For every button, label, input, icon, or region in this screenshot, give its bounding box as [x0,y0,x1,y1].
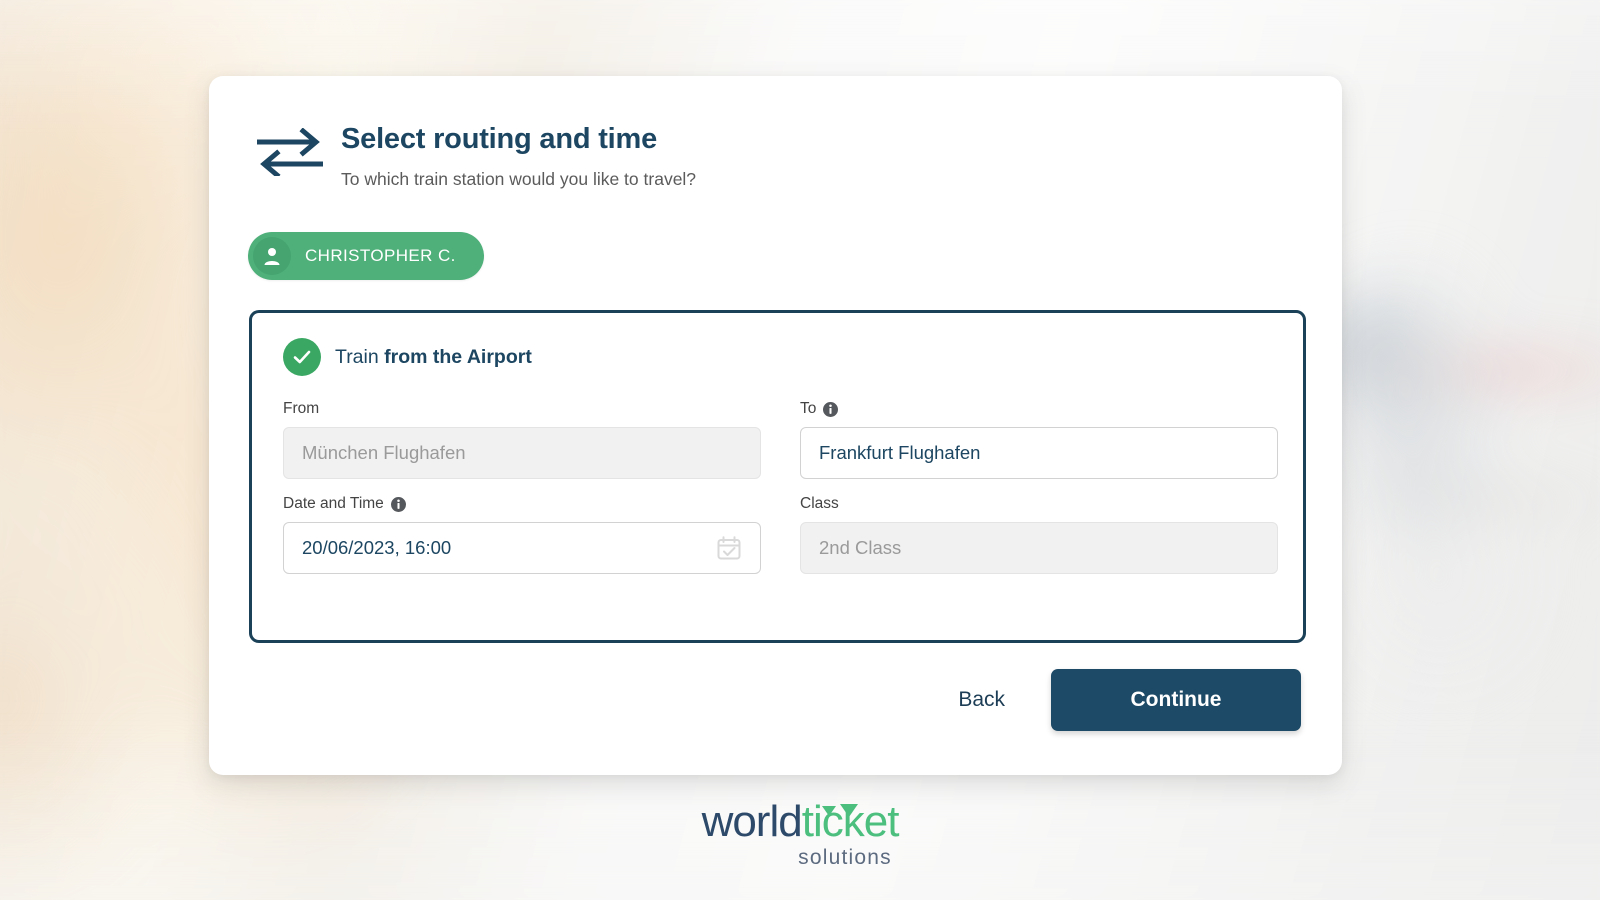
to-station-input[interactable]: Frankfurt Flughafen [800,427,1278,479]
logo-wordmark: worldticket [0,800,1600,844]
info-icon[interactable] [823,401,839,417]
from-station-value: München Flughafen [302,442,466,463]
card-actions: Back Continue [912,669,1301,731]
to-station-value: Frankfurt Flughafen [819,442,981,463]
field-from: From München Flughafen [283,400,761,479]
passenger-chip[interactable]: CHRISTOPHER C. [248,232,484,280]
from-station-input[interactable]: München Flughafen [283,427,761,479]
header-text-block: Select routing and time To which train s… [341,120,696,192]
page-title: Select routing and time [341,123,658,155]
field-from-label: From [283,400,761,418]
person-icon [253,237,291,275]
info-icon[interactable] [390,496,406,512]
routing-panel-header: Train from the Airport [283,338,1303,376]
routing-form: From München Flughafen To Frankfurt Flug… [283,400,1278,574]
passenger-chip-label: CHRISTOPHER C. [305,246,456,265]
routing-panel-title-prefix: Train [335,345,385,368]
continue-button[interactable]: Continue [1051,669,1301,731]
app-background: Select routing and time To which train s… [0,0,1600,900]
back-button[interactable]: Back [912,670,1051,730]
field-date-time: Date and Time 20/06/2023, 16:00 [283,495,761,574]
date-time-input[interactable]: 20/06/2023, 16:00 [283,522,761,574]
worldticket-logo: worldticket solutions [0,800,1600,869]
swap-arrows-icon [257,128,323,176]
routing-panel-title: Train from the Airport [335,346,532,369]
calendar-check-icon[interactable] [716,535,742,561]
class-value: 2nd Class [819,537,902,558]
page-subtitle: To which train station would you like to… [341,169,697,189]
field-date-time-label: Date and Time [283,495,761,513]
routing-panel-title-strong: from the Airport [384,345,532,368]
class-input[interactable]: 2nd Class [800,522,1278,574]
field-class: Class 2nd Class [800,495,1278,574]
card-header: Select routing and time To which train s… [257,120,696,192]
date-time-value: 20/06/2023, 16:00 [302,537,452,558]
logo-birds-icon [820,786,862,830]
field-class-label-text: Class [800,495,839,512]
field-to-label: To [800,400,1278,418]
field-class-label: Class [800,495,1278,513]
field-to-label-text: To [800,400,817,417]
field-from-label-text: From [283,400,320,417]
field-to: To Frankfurt Flughafen [800,400,1278,479]
routing-panel: Train from the Airport From München Flug… [249,310,1306,643]
booking-card: Select routing and time To which train s… [209,76,1342,775]
logo-tagline: solutions [798,846,892,869]
logo-word-primary: world [701,797,803,846]
check-circle-icon [283,338,321,376]
field-date-time-label-text: Date and Time [283,495,384,512]
